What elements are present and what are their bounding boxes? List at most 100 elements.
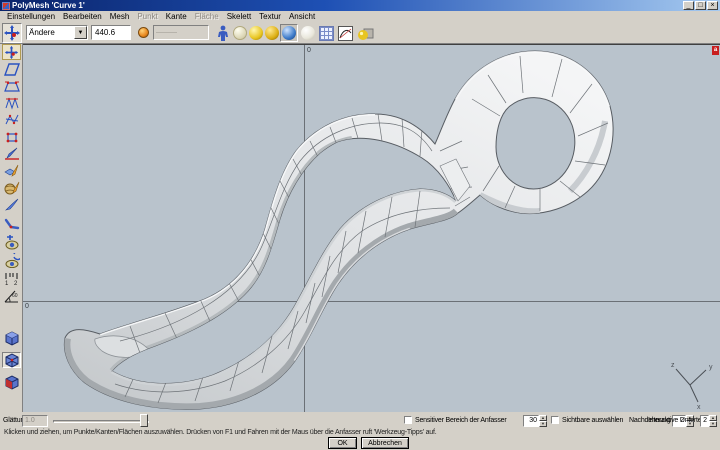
disabled-field: ――― <box>153 25 209 40</box>
axis-z-label: z <box>671 362 675 369</box>
visible-select-label: Sichtbare auswählen <box>562 417 624 424</box>
shell-icon <box>4 181 19 195</box>
tool-cube-wire-active[interactable] <box>2 352 21 368</box>
app-icon <box>2 1 10 10</box>
cube-shaded-icon <box>5 330 19 346</box>
sphere-blue-icon <box>282 26 296 40</box>
smoothing-value-field: 1.0 <box>22 415 48 427</box>
status-text: Klicken und ziehen, um Punkte/Kanten/Flä… <box>4 429 437 436</box>
menu-einstellungen[interactable]: Einstellungen <box>3 12 59 21</box>
svg-text:2: 2 <box>14 281 18 286</box>
sphere-pale-button[interactable] <box>301 26 315 40</box>
tool-lattice-deform[interactable] <box>2 95 21 111</box>
menu-skelett[interactable]: Skelett <box>223 12 255 21</box>
svg-text:1: 1 <box>5 281 9 286</box>
sphere-wireframe-button[interactable] <box>233 26 247 40</box>
angle-60-icon: 60 <box>4 290 18 303</box>
tool-scale-trapezoid[interactable] <box>2 78 21 94</box>
menu-punkt: Punkt <box>137 12 158 21</box>
cancel-button[interactable]: Abbrechen <box>361 437 409 449</box>
spin-down-icon[interactable]: ▼ <box>539 421 547 427</box>
sensitive-area-spinner[interactable]: 30 ▲ ▼ <box>523 415 547 427</box>
minimize-button[interactable]: _ <box>683 1 694 10</box>
mannequin-icon[interactable] <box>216 25 230 42</box>
menu-mesh[interactable]: Mesh <box>106 12 134 21</box>
tool-mesh-points[interactable] <box>2 112 21 128</box>
menu-textur[interactable]: Textur <box>255 12 285 21</box>
visible-select-checkbox[interactable] <box>551 416 559 424</box>
tool-angle-60[interactable]: 60 <box>2 288 21 304</box>
move-tool-button[interactable] <box>2 23 22 43</box>
curve-graph-button[interactable] <box>338 26 353 41</box>
mode-dropdown[interactable]: Ändere ▼ <box>26 25 88 40</box>
render-preview-button[interactable] <box>357 26 374 41</box>
sensitive-area-checkbox[interactable] <box>404 416 412 424</box>
eye-plus-icon <box>5 234 18 249</box>
smoothing-slider-track[interactable] <box>53 420 149 423</box>
cube-red-icon <box>5 374 19 390</box>
axis-x-label: x <box>697 404 701 411</box>
mesh-points-icon <box>5 114 18 125</box>
lattice-icon <box>5 97 18 110</box>
menu-kante[interactable]: Kante <box>162 12 191 21</box>
tool-pencil-face[interactable] <box>2 163 21 179</box>
maximize-button[interactable]: □ <box>695 1 706 10</box>
subdivision-value[interactable]: 2 <box>700 415 709 427</box>
parallelogram-icon <box>3 62 20 76</box>
render-preview-icon <box>358 28 374 40</box>
elbow-icon <box>4 218 19 230</box>
viewport-3d[interactable]: 0 0 a z y x <box>23 44 720 413</box>
mode-dropdown-value: Ändere <box>29 28 55 37</box>
tool-cube-shaded[interactable] <box>2 330 21 346</box>
cube-wire-icon <box>5 352 19 368</box>
curve-graph-icon <box>339 28 352 39</box>
move-arrows-icon <box>4 25 20 41</box>
value-field[interactable]: 440.6 <box>91 25 131 40</box>
spin-down-icon[interactable]: ▼ <box>709 421 717 427</box>
orange-dot-button[interactable] <box>138 27 149 38</box>
window-controls: _ □ × <box>682 1 718 10</box>
title-bar: PolyMesh 'Curve 1' _ □ × <box>0 0 720 11</box>
sensitive-area-value[interactable]: 30 <box>523 415 539 427</box>
menu-flaeche: Fläche <box>194 12 219 21</box>
chevron-down-icon[interactable]: ▼ <box>74 26 87 39</box>
smoothing-slider-thumb[interactable] <box>140 414 148 427</box>
tool-sculpt-shell[interactable] <box>2 180 21 196</box>
move-icon <box>4 45 19 59</box>
knife-icon <box>4 147 19 160</box>
svg-text:60: 60 <box>12 293 18 299</box>
subdivision-spinner[interactable]: 2 ▲ ▼ <box>700 415 717 427</box>
close-button[interactable]: × <box>707 1 718 10</box>
tool-rotate-eye[interactable] <box>2 252 21 268</box>
tool-face-handles[interactable] <box>2 129 21 145</box>
menu-ansicht[interactable]: Ansicht <box>285 12 319 21</box>
mesh-model[interactable] <box>23 45 720 413</box>
blade-icon <box>4 198 18 211</box>
tool-measure-1-2[interactable]: 12 <box>2 270 21 286</box>
trapezoid-icon <box>3 81 20 92</box>
menu-bar: Einstellungen Bearbeiten Mesh Punkt Kant… <box>0 11 720 22</box>
sphere-yellow-button[interactable] <box>249 26 263 40</box>
bottom-panel: Glättung 1.0 Sensitiver Bereich der Anfa… <box>0 412 720 450</box>
pencil-diamond-icon <box>3 164 18 177</box>
sensitive-area-label: Sensitiver Bereich der Anfasser <box>415 417 507 424</box>
tool-show-add-eye[interactable] <box>2 234 21 250</box>
axis-y-label: y <box>709 364 713 371</box>
tool-knife-cut[interactable] <box>2 146 21 162</box>
sphere-gold-button[interactable] <box>265 26 279 40</box>
tool-bend-elbow[interactable] <box>2 216 21 232</box>
tool-blade[interactable] <box>2 197 21 213</box>
tool-extrude-parallelogram[interactable] <box>2 61 21 77</box>
eye-rotate-icon <box>5 252 20 268</box>
menu-bearbeiten[interactable]: Bearbeiten <box>59 12 106 21</box>
axis-triad: z y x <box>671 362 713 411</box>
tool-cube-red-face[interactable] <box>2 374 21 390</box>
main-toolbar: Ändere ▼ 440.6 ――― <box>0 22 720 44</box>
ok-button[interactable]: OK <box>328 437 357 449</box>
grid-view-button[interactable] <box>319 26 334 41</box>
ruler-1-2-icon: 12 <box>5 272 18 286</box>
tool-palette: 12 60 <box>0 44 23 412</box>
tool-move[interactable] <box>2 44 21 60</box>
window-title: PolyMesh 'Curve 1' <box>12 1 85 10</box>
sphere-blue-button-active[interactable] <box>280 24 298 42</box>
